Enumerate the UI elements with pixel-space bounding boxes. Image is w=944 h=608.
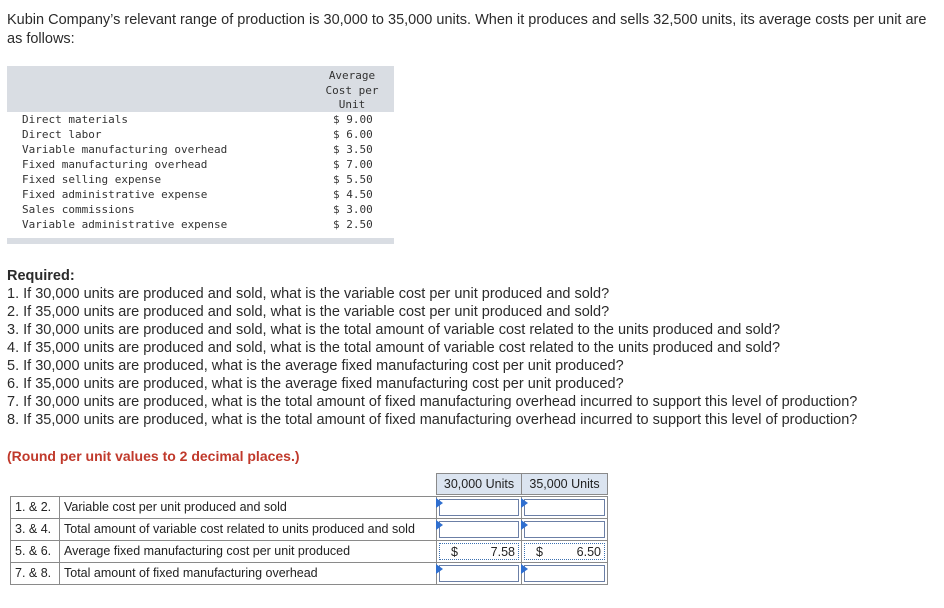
required-item: 8. If 35,000 units are produced, what is… [7,412,858,428]
answer-input-r4-c1[interactable] [436,562,522,585]
required-title: Required: [7,268,75,284]
header-line-1: Average [328,69,376,82]
row-description: Total amount of variable cost related to… [59,518,437,541]
required-item: 1. If 30,000 units are produced and sold… [7,286,610,302]
required-item: 2. If 35,000 units are produced and sold… [7,304,610,320]
row-number: 5. & 6. [10,540,60,563]
row-number: 3. & 4. [10,518,60,541]
row-value: $ 7.00 [333,158,373,171]
header-line-3: Unit [338,98,366,111]
cost-column-header: Average Cost per Unit [320,69,384,113]
cost-table-footer [7,238,394,244]
required-section: Required: 1. If 30,000 units are produce… [7,267,942,429]
arrow-marker-icon [436,520,443,530]
required-item: 7. If 30,000 units are produced, what is… [7,394,858,410]
answer-value: 6.50 [576,545,601,559]
problem-intro: Kubin Company’s relevant range of produc… [7,12,927,47]
arrow-marker-icon [521,564,528,574]
row-value: $ 3.00 [333,203,373,216]
answer-input-r3-c2[interactable]: $ 6.50 [521,540,608,563]
row-label: Fixed manufacturing overhead [22,158,208,171]
row-label: Direct materials [22,113,128,126]
row-number: 1. & 2. [10,496,60,519]
row-value: $ 3.50 [333,143,373,156]
row-label: Direct labor [22,128,102,141]
table-row: Direct labor $ 6.00 [7,127,394,142]
table-row: Variable manufacturing overhead $ 3.50 [7,142,394,157]
currency-symbol: $ [536,545,543,559]
row-label: Variable administrative expense [22,218,228,231]
row-label: Sales commissions [22,203,135,216]
row-number: 7. & 8. [10,562,60,585]
row-value: $ 5.50 [333,173,373,186]
required-item: 4. If 35,000 units are produced and sold… [7,340,781,356]
row-value: $ 6.00 [333,128,373,141]
answer-input-r2-c1[interactable] [436,518,522,541]
rounding-instruction: (Round per unit values to 2 decimal plac… [7,448,300,464]
row-label: Variable manufacturing overhead [22,143,228,156]
row-description: Average fixed manufacturing cost per uni… [59,540,437,563]
average-cost-table: Average Cost per Unit Direct materials $… [7,66,394,244]
answer-input-r2-c2[interactable] [521,518,608,541]
row-description: Variable cost per unit produced and sold [59,496,437,519]
row-value: $ 4.50 [333,188,373,201]
col-header-30000: 30,000 Units [436,473,522,495]
row-label: Fixed selling expense [22,173,162,186]
arrow-marker-icon [436,564,443,574]
table-row: Fixed selling expense $ 5.50 [7,172,394,187]
row-label: Fixed administrative expense [22,188,208,201]
table-row: Fixed administrative expense $ 4.50 [7,187,394,202]
answer-value: 7.58 [490,545,515,559]
table-row: Variable administrative expense $ 2.50 [7,217,394,232]
arrow-marker-icon [521,520,528,530]
table-row: Fixed manufacturing overhead $ 7.00 [7,157,394,172]
row-value: $ 2.50 [333,218,373,231]
arrow-marker-icon [436,498,443,508]
row-description: Total amount of fixed manufacturing over… [59,562,437,585]
arrow-marker-icon [521,498,528,508]
header-line-2: Cost per [325,83,379,97]
required-item: 6. If 35,000 units are produced, what is… [7,376,624,392]
table-row: Direct materials $ 9.00 [7,112,394,127]
answer-input-r1-c1[interactable] [436,496,522,519]
required-item: 5. If 30,000 units are produced, what is… [7,358,624,374]
answer-input-r4-c2[interactable] [521,562,608,585]
cost-table-header: Average Cost per Unit [7,66,394,112]
answer-input-r3-c1[interactable]: $ 7.58 [436,540,522,563]
table-row: Sales commissions $ 3.00 [7,202,394,217]
answer-input-r1-c2[interactable] [521,496,608,519]
row-value: $ 9.00 [333,113,373,126]
col-header-35000: 35,000 Units [521,473,608,495]
required-item: 3. If 30,000 units are produced and sold… [7,322,781,338]
currency-symbol: $ [451,545,458,559]
